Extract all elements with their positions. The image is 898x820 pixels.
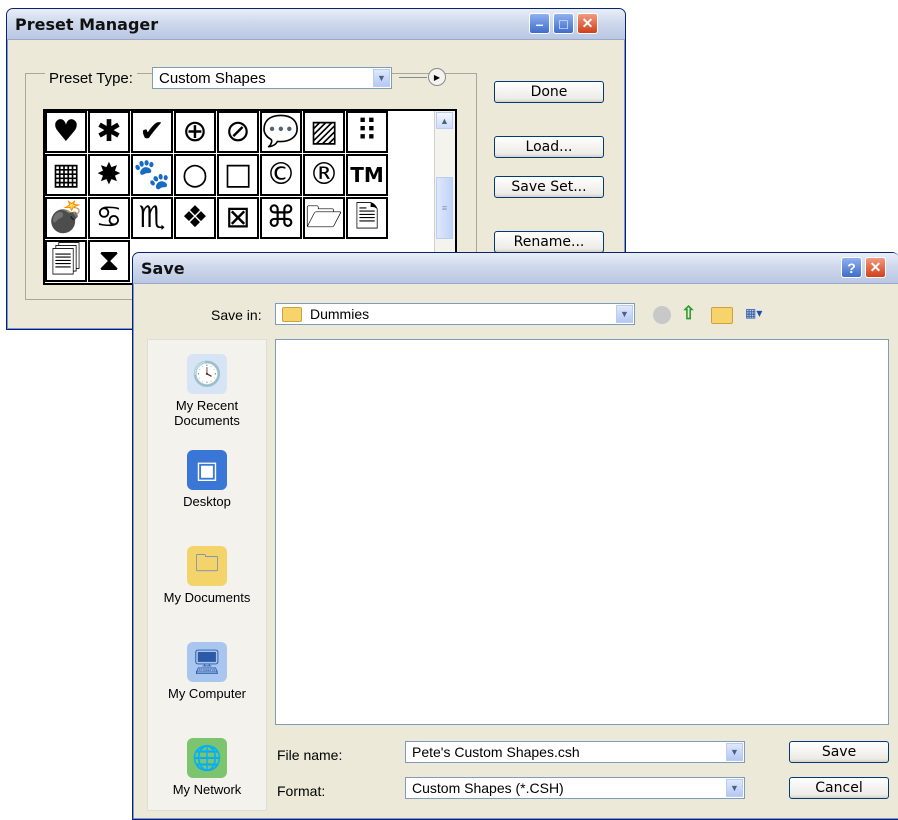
save-dialog-titlebar[interactable]: Save ? ✕ [133, 253, 898, 284]
sidebar-item-my-network[interactable]: 🌐 My Network [148, 738, 266, 797]
sidebar-item-label: My Computer [167, 686, 247, 701]
shape-cell[interactable]: 🗁 [303, 197, 345, 239]
save-button[interactable]: Save [789, 741, 889, 763]
sidebar-item-label: My Recent Documents [174, 398, 240, 428]
folder-icon [282, 306, 302, 322]
shape-cell[interactable]: ⧗ [88, 240, 130, 282]
format-select[interactable]: Custom Shapes (*.CSH) ▼ [405, 777, 745, 799]
new-folder-icon[interactable] [711, 307, 733, 324]
up-folder-icon[interactable]: ⇧ [681, 304, 696, 322]
sidebar-item-label: My Network [172, 782, 242, 797]
shape-cell[interactable]: TM [346, 154, 388, 196]
sidebar-item-desktop[interactable]: ▣ Desktop [148, 450, 266, 509]
sidebar-item-my-documents[interactable]: 🗀 My Documents [148, 546, 266, 605]
save-in-select[interactable]: Dummies ▼ [275, 303, 635, 325]
shape-cell[interactable]: ✱ [88, 111, 130, 153]
save-set-button[interactable]: Save Set... [494, 176, 604, 198]
shape-cell[interactable]: ® [303, 154, 345, 196]
help-button[interactable]: ? [841, 257, 862, 278]
minimize-button[interactable]: – [529, 13, 550, 34]
rename-button[interactable]: Rename... [494, 231, 604, 253]
panel-menu-line [399, 77, 427, 78]
chevron-down-icon[interactable]: ▼ [726, 743, 743, 761]
maximize-button[interactable]: □ [553, 13, 574, 34]
shape-cell[interactable]: 🐾 [131, 154, 173, 196]
chevron-down-icon[interactable]: ▼ [373, 69, 390, 87]
shape-cell[interactable]: ⊠ [217, 197, 259, 239]
shape-cell[interactable]: ○ [174, 154, 216, 196]
shape-cell[interactable]: © [260, 154, 302, 196]
save-dialog: Save ? ✕ Save in: Dummies ▼ ⇧ ▦▾ 🕓 My Re… [132, 252, 898, 820]
close-button[interactable]: ✕ [577, 13, 598, 34]
file-name-input[interactable]: Pete's Custom Shapes.csh ▼ [405, 741, 745, 763]
preset-manager-titlebar[interactable]: Preset Manager – □ ✕ [7, 9, 625, 40]
desktop-icon: ▣ [187, 450, 227, 490]
places-sidebar: 🕓 My Recent Documents ▣ Desktop 🗀 My Doc… [147, 339, 267, 811]
shape-cell[interactable]: ⠿ [346, 111, 388, 153]
shape-cell[interactable]: ▨ [303, 111, 345, 153]
my-documents-icon: 🗀 [187, 546, 227, 586]
shape-cell[interactable]: 💣 [45, 197, 87, 239]
my-network-icon: 🌐 [187, 738, 227, 778]
save-in-value: Dummies [310, 306, 370, 322]
my-computer-icon: 🖥 [187, 642, 227, 682]
scroll-up-button[interactable]: ▲ [436, 112, 453, 129]
preset-type-label: Preset Type: [45, 70, 137, 87]
shape-cell[interactable]: ⌘ [260, 197, 302, 239]
window-title: Preset Manager [15, 15, 159, 34]
format-value: Custom Shapes (*.CSH) [412, 780, 564, 796]
recent-documents-icon: 🕓 [187, 354, 227, 394]
shape-cell[interactable]: □ [217, 154, 259, 196]
sidebar-item-label: Desktop [183, 494, 231, 509]
format-label: Format: [277, 783, 326, 799]
load-button[interactable]: Load... [494, 136, 604, 158]
view-menu-icon[interactable]: ▦▾ [745, 306, 773, 323]
shape-cell[interactable]: 🗎 [346, 197, 388, 239]
shape-cell[interactable]: ▦ [45, 154, 87, 196]
cancel-button[interactable]: Cancel [789, 777, 889, 799]
shape-cell[interactable]: ♋ [88, 197, 130, 239]
shape-cell[interactable]: ✸ [88, 154, 130, 196]
panel-menu-icon[interactable]: ▶ [428, 68, 446, 86]
shape-cell[interactable]: ⊘ [217, 111, 259, 153]
preset-type-value: Custom Shapes [159, 69, 266, 87]
shape-cell[interactable]: ✔ [131, 111, 173, 153]
shape-cell[interactable]: ⊕ [174, 111, 216, 153]
shape-cell[interactable]: 🗐 [45, 240, 87, 282]
save-in-label: Save in: [211, 307, 262, 323]
back-icon[interactable] [653, 306, 671, 324]
shape-cell[interactable]: ❖ [174, 197, 216, 239]
shape-cell[interactable]: ♥ [45, 111, 87, 153]
file-list[interactable] [275, 339, 889, 725]
file-name-value: Pete's Custom Shapes.csh [412, 744, 580, 760]
chevron-down-icon[interactable]: ▼ [616, 305, 633, 323]
shape-cell[interactable]: ♏ [131, 197, 173, 239]
dialog-title: Save [141, 259, 185, 278]
preset-type-select[interactable]: Custom Shapes ▼ [152, 67, 392, 89]
sidebar-item-recent-documents[interactable]: 🕓 My Recent Documents [148, 354, 266, 428]
sidebar-item-my-computer[interactable]: 🖥 My Computer [148, 642, 266, 701]
done-button[interactable]: Done [494, 81, 604, 103]
chevron-down-icon[interactable]: ▼ [726, 779, 743, 797]
file-name-label: File name: [277, 747, 343, 763]
scroll-thumb[interactable]: ≡ [436, 177, 453, 239]
shape-cell[interactable]: 💬 [260, 111, 302, 153]
sidebar-item-label: My Documents [163, 590, 251, 605]
close-button[interactable]: ✕ [865, 257, 886, 278]
